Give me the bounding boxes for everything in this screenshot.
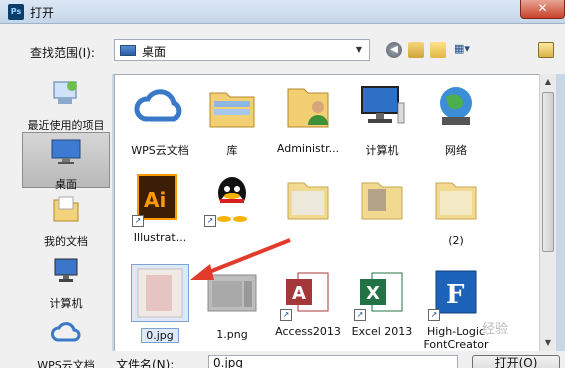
wps-cloud-icon <box>134 89 182 122</box>
file-item-folder[interactable]: (2) <box>411 171 501 247</box>
jpg-thumbnail-icon <box>131 264 189 322</box>
view-menu-icon[interactable]: ▦▾ <box>454 42 480 58</box>
chevron-down-icon[interactable]: ▼ <box>352 43 366 57</box>
window-title: 打开 <box>30 6 55 20</box>
desktop-icon <box>120 45 136 56</box>
folder-icon <box>435 182 477 220</box>
sidebar-item-label: 我的文档 <box>44 235 88 248</box>
file-list[interactable]: WPS云文档 库 Administr... 计算机 网络 Ai ↗ Illust… <box>114 74 539 351</box>
vertical-scrollbar[interactable]: ▲ ▼ <box>539 74 556 351</box>
sidebar-item-label: WPS云文档 <box>37 359 95 368</box>
sidebar-item-recent[interactable]: 最近使用的项目 <box>22 78 110 133</box>
scroll-down-icon[interactable]: ▼ <box>540 335 556 351</box>
new-folder-icon[interactable] <box>430 42 446 58</box>
fontcreator-shortcut-icon: F ↗ <box>428 265 484 321</box>
sidebar-item-wps-cloud[interactable]: WPS云文档 <box>22 318 110 368</box>
watermark: 经验 <box>482 322 509 337</box>
png-thumbnail-icon <box>207 274 257 312</box>
sidebar-item-desktop[interactable]: 桌面 <box>22 132 110 191</box>
title-bar: Ps 打开 ✕ <box>0 0 565 24</box>
back-icon[interactable]: ◀ <box>386 42 402 58</box>
close-button[interactable]: ✕ <box>520 0 565 19</box>
location-value: 桌面 <box>142 45 167 59</box>
file-label: Illustrat... <box>133 231 187 244</box>
file-item-network[interactable]: 网络 <box>411 79 501 158</box>
user-folder-icon <box>287 88 329 128</box>
folder-icon <box>287 182 329 220</box>
desktop-icon <box>51 139 81 164</box>
scroll-thumb[interactable] <box>542 92 554 252</box>
svg-text:X: X <box>366 283 380 304</box>
file-label: 网络 <box>445 144 467 157</box>
computer-icon <box>54 258 78 282</box>
scroll-up-icon[interactable]: ▲ <box>540 74 556 90</box>
svg-text:A: A <box>292 283 306 304</box>
shortcut-arrow-icon: ↗ <box>280 309 292 321</box>
sidebar-item-documents[interactable]: 我的文档 <box>22 194 110 249</box>
photoshop-icon: Ps <box>8 4 24 20</box>
shortcut-arrow-icon: ↗ <box>204 215 216 227</box>
recent-items-icon <box>53 81 77 104</box>
shortcut-arrow-icon: ↗ <box>428 309 440 321</box>
documents-icon <box>53 196 79 222</box>
location-dropdown[interactable]: 桌面 ▼ <box>114 39 370 61</box>
open-button[interactable]: 打开(O) <box>472 355 560 368</box>
filename-label: 文件名(N): <box>116 358 175 368</box>
sidebar-item-computer[interactable]: 计算机 <box>22 256 110 311</box>
sidebar-item-label: 计算机 <box>49 297 83 310</box>
extra-icon[interactable] <box>538 42 554 58</box>
places-sidebar: 最近使用的项目 桌面 我的文档 计算机 WPS云文档 <box>0 74 112 368</box>
toolbar: 查找范围(I): 桌面 ▼ ◀ ▦▾ <box>0 24 565 74</box>
sidebar-item-label: 最近使用的项目 <box>27 119 105 132</box>
wps-cloud-icon <box>51 322 81 342</box>
shortcut-arrow-icon: ↗ <box>354 309 366 321</box>
filename-input[interactable]: 0.jpg <box>208 355 458 368</box>
computer-icon <box>361 86 405 124</box>
file-item-fontcreator[interactable]: F ↗ High-Logic FontCreator <box>411 265 501 351</box>
library-folder-icon <box>209 92 255 128</box>
look-in-label: 查找范围(I): <box>30 46 95 60</box>
shortcut-arrow-icon: ↗ <box>132 215 144 227</box>
excel-shortcut-icon: X ↗ <box>354 265 410 321</box>
sidebar-item-label: 桌面 <box>55 178 77 191</box>
filename-row: 文件名(N): 0.jpg 打开(O) <box>112 351 565 368</box>
folder-icon <box>361 182 403 220</box>
svg-text:Ai: Ai <box>144 188 166 212</box>
file-label: 0.jpg <box>141 328 179 343</box>
access-shortcut-icon: A ↗ <box>280 265 336 321</box>
file-label: (2) <box>448 234 464 247</box>
svg-text:F: F <box>446 280 465 310</box>
illustrator-shortcut-icon: Ai ↗ <box>132 171 188 227</box>
qq-shortcut-icon: ↗ <box>204 171 260 227</box>
network-icon <box>440 87 472 125</box>
up-folder-icon[interactable] <box>408 42 424 58</box>
